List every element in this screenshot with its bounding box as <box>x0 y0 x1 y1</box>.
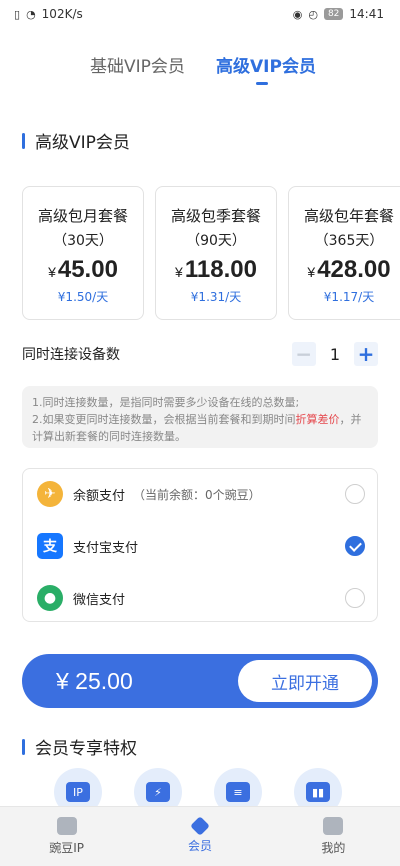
payment-label: 余额支付 <box>73 488 126 504</box>
speedometer-icon: ◴ <box>308 7 318 21</box>
plan-name: 高级包年套餐 <box>303 207 394 225</box>
plan-price: ¥45.00 <box>23 256 143 284</box>
plan-per-day: ¥1.50/天 <box>57 290 109 304</box>
payment-label: 微信支付 <box>73 592 126 608</box>
privileges-title: 会员专享特权 <box>22 734 137 759</box>
bottom-navigation: 豌豆IP 会员 我的 <box>0 806 400 866</box>
currency-symbol: ¥ <box>307 264 316 280</box>
payment-methods: ✈ 余额支付 （当前余额：0个豌豆） 支 支付宝支付 ● 微信支付 <box>22 468 378 622</box>
wifi-icon: ◔ <box>26 7 36 21</box>
plan-list: 高级包月套餐 （30天） ¥45.00 ¥1.50/天 高级包季套餐 （90天）… <box>22 186 400 322</box>
device-count-label: 同时连接设备数 <box>22 347 120 363</box>
notice-line-2-text: 2.如果变更同时连接数量，会根据当前套餐和到期时间 <box>32 413 296 426</box>
network-speed: 102K/s <box>41 7 83 21</box>
plan-per-day: ¥1.17/天 <box>323 290 375 304</box>
plan-card-monthly[interactable]: 高级包月套餐 （30天） ¥45.00 ¥1.50/天 <box>22 186 144 320</box>
plan-card-quarterly[interactable]: 高级包季套餐 （90天） ¥118.00 ¥1.31/天 <box>155 186 277 320</box>
increment-button[interactable]: + <box>354 342 378 366</box>
balance-icon: ✈ <box>37 481 63 507</box>
tab-basic-vip[interactable]: 基础VIP会员 <box>90 52 185 77</box>
plan-price-value: 428.00 <box>317 256 391 283</box>
status-right: ◉ ◴ 82 14:41 <box>293 7 384 21</box>
tab-advanced-vip[interactable]: 高级VIP会员 <box>216 52 316 77</box>
currency-symbol: ¥ <box>175 264 183 280</box>
diamond-icon <box>190 816 210 836</box>
plan-name: 高级包月套餐 <box>37 207 128 225</box>
plan-per-day: ¥1.31/天 <box>190 290 242 304</box>
plan-price: ¥428.00 <box>289 256 400 284</box>
plan-price-value: 118.00 <box>184 256 257 283</box>
notice-box: 1.同时连接数量，是指同时需要多少设备在线的总数量; 2.如果变更同时连接数量，… <box>22 386 378 448</box>
alipay-icon: 支 <box>37 533 63 559</box>
status-left: ▯ ◔ 102K/s <box>14 7 83 21</box>
payment-label: 支付宝支付 <box>73 540 139 556</box>
payment-option-wechat[interactable]: ● 微信支付 <box>23 573 379 623</box>
device-count-row: 同时连接设备数 − 1 + <box>22 340 378 368</box>
membership-tabs: 基础VIP会员 高级VIP会员 <box>0 44 400 92</box>
plan-duration: （365天） <box>314 233 384 249</box>
payment-option-alipay[interactable]: 支 支付宝支付 <box>23 521 379 571</box>
radio-wechat[interactable] <box>345 588 365 608</box>
privileges-title-text: 会员专享特权 <box>35 739 137 759</box>
payment-option-balance[interactable]: ✈ 余额支付 （当前余额：0个豌豆） <box>23 469 379 519</box>
nav-item-profile[interactable]: 我的 <box>267 807 400 866</box>
plan-duration: （90天） <box>186 233 246 249</box>
section-title-text: 高级VIP会员 <box>35 133 130 153</box>
user-icon <box>323 817 344 835</box>
notice-line-1: 1.同时连接数量，是指同时需要多少设备在线的总数量; <box>32 396 300 409</box>
radio-alipay[interactable] <box>345 536 365 556</box>
plan-card-yearly[interactable]: 高级包年套餐 （365天） ¥428.00 ¥1.17/天 <box>288 186 400 320</box>
nav-item-member[interactable]: 会员 <box>133 807 266 866</box>
wechat-icon: ● <box>37 585 63 611</box>
title-accent-bar <box>22 132 25 149</box>
notice-highlight: 折算差价 <box>295 413 340 426</box>
plan-price-value: 45.00 <box>57 256 118 283</box>
nav-label: 会员 <box>187 839 212 853</box>
plan-price: ¥118.00 <box>156 256 276 284</box>
nav-item-home[interactable]: 豌豆IP <box>0 807 133 866</box>
battery-level: 82 <box>323 8 344 20</box>
decrement-button[interactable]: − <box>291 342 316 366</box>
plan-duration: （30天） <box>53 233 113 249</box>
plan-name: 高级包季套餐 <box>170 207 261 225</box>
clock: 14:41 <box>349 7 384 21</box>
notice-line-2: 2.如果变更同时连接数量，会根据当前套餐和到期时间折算差价，并计算出新套餐的同时… <box>32 411 368 445</box>
home-icon <box>56 817 77 835</box>
radio-balance[interactable] <box>345 484 365 504</box>
balance-note: （当前余额：0个豌豆） <box>133 487 261 502</box>
activate-now-button[interactable]: 立即开通 <box>238 660 372 702</box>
currency-symbol: ¥ <box>48 264 56 280</box>
active-tab-indicator <box>256 82 268 85</box>
nav-label: 豌豆IP <box>49 841 85 855</box>
title-accent-bar <box>22 738 25 755</box>
sim-icon: ▯ <box>14 7 21 21</box>
section-title: 高级VIP会员 <box>22 128 130 153</box>
purchase-bar: ¥ 25.00 立即开通 <box>22 654 378 708</box>
nav-label: 我的 <box>321 841 346 855</box>
device-count-stepper: − 1 + <box>291 342 378 366</box>
eye-icon: ◉ <box>292 7 303 21</box>
total-price: ¥ 25.00 <box>56 667 133 694</box>
status-bar: ▯ ◔ 102K/s ◉ ◴ 82 14:41 <box>0 0 400 28</box>
device-count-value: 1 <box>329 344 340 364</box>
